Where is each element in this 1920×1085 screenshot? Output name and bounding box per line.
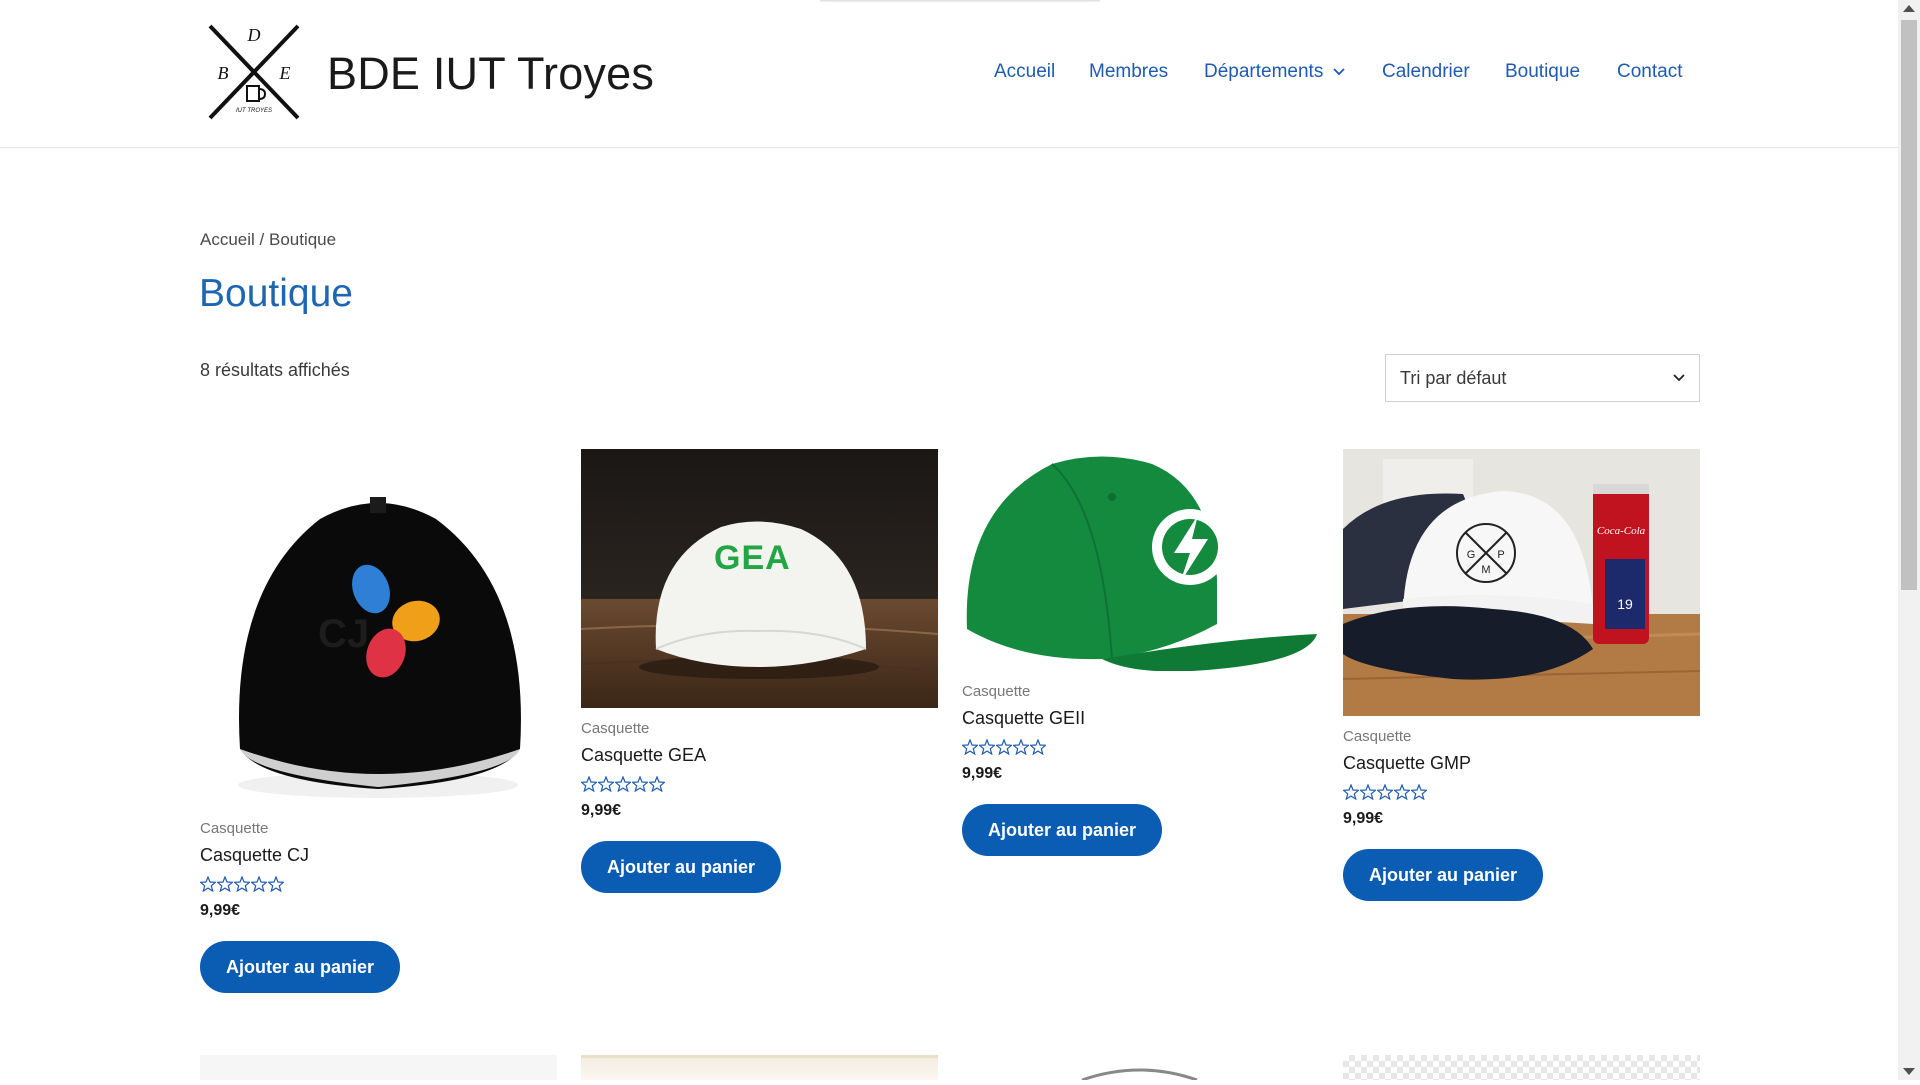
svg-text:19: 19 [1617,596,1633,612]
product-name[interactable]: Casquette GMP [1343,753,1700,774]
svg-text:B: B [218,63,229,83]
svg-text:Coca-Cola: Coca-Cola [1597,525,1646,537]
product-category[interactable]: Casquette [1343,728,1700,745]
product-image-partial[interactable] [962,1055,1319,1082]
star-outline-icon [1360,784,1376,800]
star-outline-icon [632,776,648,792]
star-outline-icon [1013,739,1029,755]
svg-text:G: G [1467,549,1476,561]
nav-item-boutique[interactable]: Boutique [1505,61,1580,83]
nav-item-accueil[interactable]: Accueil [994,61,1055,83]
add-to-cart-button[interactable]: Ajouter au panier [581,841,782,893]
nav-item-departements[interactable]: Départements [1204,61,1345,83]
scroll-down-arrow-icon[interactable] [1903,1068,1915,1075]
star-outline-icon [649,776,665,792]
svg-text:CJ: CJ [318,612,369,656]
star-outline-icon [598,776,614,792]
star-outline-icon [979,739,995,755]
star-outline-icon [234,876,250,892]
star-outline-icon [962,739,978,755]
product-category[interactable]: Casquette [581,720,938,737]
star-outline-icon [996,739,1012,755]
star-outline-icon [1030,739,1046,755]
nav-item-departements-label: Départements [1204,61,1324,82]
scrollbar-thumb[interactable] [1901,20,1917,590]
star-outline-icon [1411,784,1427,800]
product-price: 9,99€ [581,802,622,819]
product-image-gmp[interactable]: Coca-Cola 19 G P M [1343,449,1700,716]
star-outline-icon [251,876,267,892]
product-price: 9,99€ [962,765,1003,782]
svg-text:E: E [279,63,291,83]
product-category[interactable]: Casquette [962,683,1319,700]
svg-text:M: M [1481,564,1490,576]
svg-text:D: D [247,25,261,45]
product-price: 9,99€ [200,902,241,919]
product-card: Casquette Casquette GEII 9,99€ Ajouter a… [962,449,1319,856]
product-image-geii[interactable] [962,449,1319,671]
svg-text:P: P [1497,549,1504,561]
sort-select[interactable]: Tri par défaut [1385,354,1700,402]
site-header: D B E IUT TROYES BDE IUT Troyes Accueil … [0,0,1898,148]
svg-text:IUT TROYES: IUT TROYES [236,108,272,114]
product-name[interactable]: Casquette GEA [581,745,938,766]
product-category[interactable]: Casquette [200,820,557,837]
site-logo[interactable]: D B E IUT TROYES [204,22,304,122]
rating-stars [200,876,557,894]
add-to-cart-button[interactable]: Ajouter au panier [1343,849,1544,901]
rating-stars [1343,784,1700,802]
product-image-partial[interactable] [581,1055,938,1080]
star-outline-icon [1343,784,1359,800]
nav-item-contact[interactable]: Contact [1617,61,1682,83]
svg-text:GEA: GEA [714,539,791,577]
page-scrollbar[interactable] [1898,0,1920,1080]
product-card: CJ Casquette Casquette CJ 9,99€ Ajouter … [200,449,557,993]
product-card: Coca-Cola 19 G P M Casquette Casquette G… [1343,449,1700,901]
scroll-up-arrow-icon[interactable] [1903,5,1915,12]
add-to-cart-button[interactable]: Ajouter au panier [200,941,401,993]
chevron-down-icon [1333,68,1345,76]
add-to-cart-button[interactable]: Ajouter au panier [962,804,1163,856]
star-outline-icon [268,876,284,892]
breadcrumb-current: Boutique [268,230,337,249]
star-outline-icon [581,776,597,792]
product-card: GEA Casquette Casquette GEA 9,99€ Ajoute… [581,449,938,893]
nav-item-membres[interactable]: Membres [1089,61,1168,83]
chevron-down-icon [1673,374,1685,382]
product-name[interactable]: Casquette GEII [962,708,1319,729]
rating-stars [962,739,1319,757]
product-name[interactable]: Casquette CJ [200,845,557,866]
product-image-cj[interactable]: CJ [200,449,557,808]
nav-item-calendrier[interactable]: Calendrier [1382,61,1470,83]
star-outline-icon [615,776,631,792]
rating-stars [581,776,938,794]
breadcrumb: Accueil / Boutique [200,230,336,250]
sort-selected-value: Tri par défaut [1400,367,1507,388]
site-title[interactable]: BDE IUT Troyes [327,48,654,100]
page-title: Boutique [199,272,353,315]
result-count: 8 résultats affichés [200,360,350,380]
breadcrumb-home[interactable]: Accueil [200,230,255,249]
top-shadow [820,0,1100,3]
breadcrumb-separator: / [254,230,269,249]
product-image-partial[interactable] [200,1055,557,1080]
star-outline-icon [200,876,216,892]
star-outline-icon [1377,784,1393,800]
star-outline-icon [217,876,233,892]
star-outline-icon [1394,784,1410,800]
product-image-gea[interactable]: GEA [581,449,938,708]
product-image-partial[interactable] [1343,1055,1700,1080]
product-price: 9,99€ [1343,810,1384,827]
